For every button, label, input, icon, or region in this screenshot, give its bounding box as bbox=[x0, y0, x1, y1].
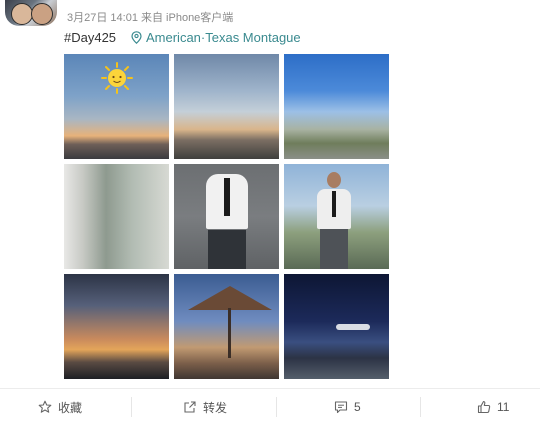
avatar[interactable] bbox=[5, 0, 57, 26]
umbrella-pole bbox=[228, 308, 231, 358]
pilot-tie bbox=[332, 191, 336, 217]
photo-night-airport[interactable] bbox=[284, 274, 389, 379]
avatar-face-right bbox=[31, 3, 53, 25]
photo-sunset-airfield[interactable] bbox=[64, 54, 169, 159]
favorite-button[interactable]: 收藏 bbox=[38, 389, 82, 425]
divider bbox=[420, 397, 421, 417]
location-pin-icon bbox=[131, 31, 142, 44]
thumbs-up-icon bbox=[477, 400, 491, 414]
photo-sunset-clouds[interactable] bbox=[174, 54, 279, 159]
like-button[interactable]: 11 bbox=[477, 389, 509, 425]
pilot-tie bbox=[224, 178, 230, 216]
photo-pilot-outdoor[interactable] bbox=[284, 164, 389, 269]
divider bbox=[276, 397, 277, 417]
umbrella-shape bbox=[188, 286, 272, 310]
location-label: American·Texas Montague bbox=[146, 30, 301, 45]
comment-icon bbox=[334, 401, 348, 414]
photo-window-reflection[interactable] bbox=[64, 164, 169, 269]
photo-patio-umbrella[interactable] bbox=[174, 274, 279, 379]
divider bbox=[131, 397, 132, 417]
sun-sticker-icon bbox=[101, 62, 133, 94]
action-bar: 收藏 转发 5 11 bbox=[0, 388, 540, 425]
like-count: 11 bbox=[497, 400, 510, 414]
post-meta: 3月27日 14:01 来自 iPhone客户端 bbox=[67, 12, 234, 24]
photo-dramatic-sunset[interactable] bbox=[64, 274, 169, 379]
avatar-face-left bbox=[11, 3, 33, 25]
photo-blue-sky-street[interactable] bbox=[284, 54, 389, 159]
comment-count: 5 bbox=[354, 400, 361, 414]
repost-button[interactable]: 转发 bbox=[183, 389, 227, 425]
airplane-shape bbox=[336, 324, 370, 330]
location-link[interactable]: American·Texas Montague bbox=[131, 30, 301, 45]
photo-pilot-portrait[interactable] bbox=[174, 164, 279, 269]
photo-grid bbox=[64, 54, 390, 379]
pilot-pants bbox=[320, 229, 348, 269]
comment-button[interactable]: 5 bbox=[334, 389, 361, 425]
pilot-head bbox=[327, 172, 341, 188]
topic-tag[interactable]: #Day425 bbox=[64, 30, 116, 45]
favorite-label: 收藏 bbox=[58, 400, 83, 415]
star-icon bbox=[38, 400, 52, 413]
pilot-pants bbox=[208, 230, 246, 269]
repost-icon bbox=[184, 401, 196, 413]
repost-label: 转发 bbox=[203, 400, 228, 415]
